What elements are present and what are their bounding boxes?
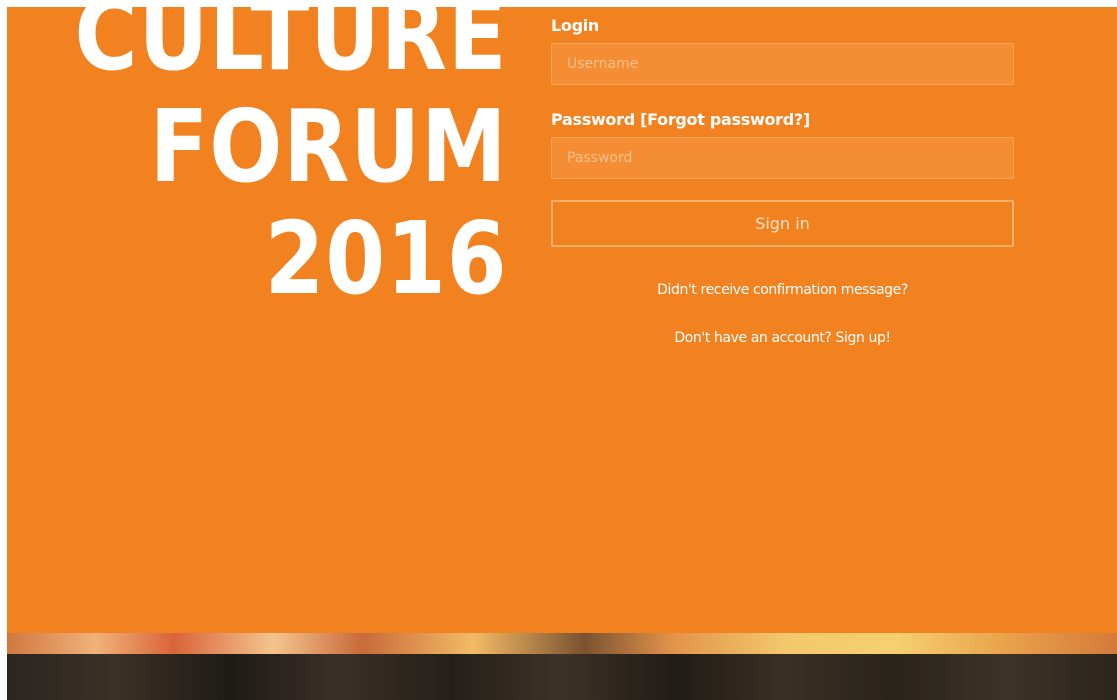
- sign-in-button[interactable]: Sign in: [551, 200, 1014, 247]
- username-input[interactable]: [551, 43, 1014, 85]
- background-painting-dark: [7, 654, 1117, 700]
- password-input[interactable]: [551, 137, 1014, 179]
- event-title-line-year: 2016: [264, 200, 507, 317]
- event-title-line-culture: CULTURE: [74, 7, 507, 93]
- resend-confirmation-link[interactable]: Didn't receive confirmation message?: [551, 282, 1014, 298]
- login-panel: CULTURE FORUM 2016 Login Password [Forgo…: [7, 7, 1117, 633]
- event-title: CULTURE FORUM 2016: [74, 7, 507, 315]
- sign-up-link[interactable]: Don't have an account? Sign up!: [551, 330, 1014, 346]
- password-label[interactable]: Password [Forgot password?]: [551, 110, 810, 129]
- login-label: Login: [551, 16, 600, 35]
- page: CULTURE FORUM 2016 Login Password [Forgo…: [0, 0, 1117, 700]
- event-title-line-forum: FORUM: [149, 88, 507, 205]
